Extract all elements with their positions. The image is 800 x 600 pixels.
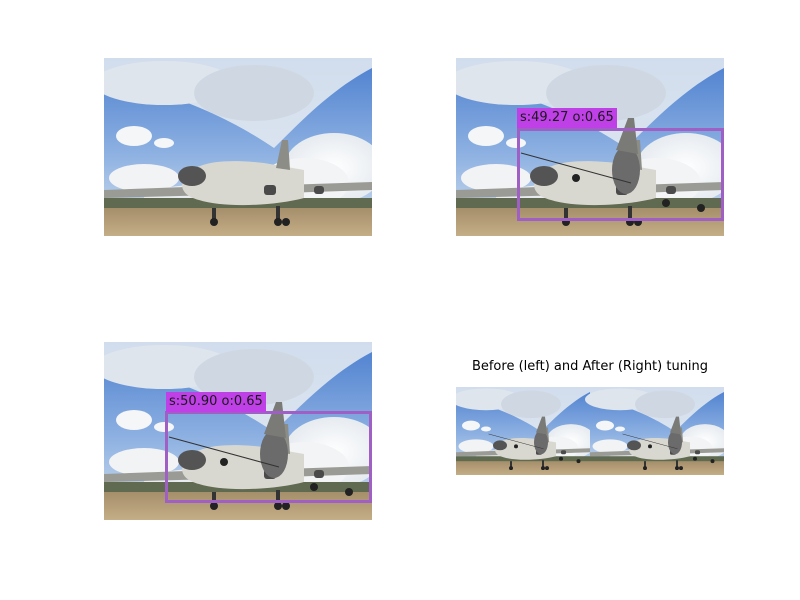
airplane-photo	[456, 387, 724, 475]
detection-label: s:49.27 o:0.65	[517, 108, 617, 128]
detection-label: s:50.90 o:0.65	[166, 392, 266, 412]
detection-box	[165, 411, 372, 503]
detection-box	[517, 128, 724, 221]
comparison-title: Before (left) and After (Right) tuning	[471, 359, 709, 374]
detection-panel-2: s:50.90 o:0.65	[104, 342, 372, 520]
original-photo-panel	[104, 58, 372, 236]
airplane-photo	[104, 58, 372, 236]
detection-panel-1: s:49.27 o:0.65	[456, 58, 724, 236]
comparison-panel	[456, 387, 724, 475]
